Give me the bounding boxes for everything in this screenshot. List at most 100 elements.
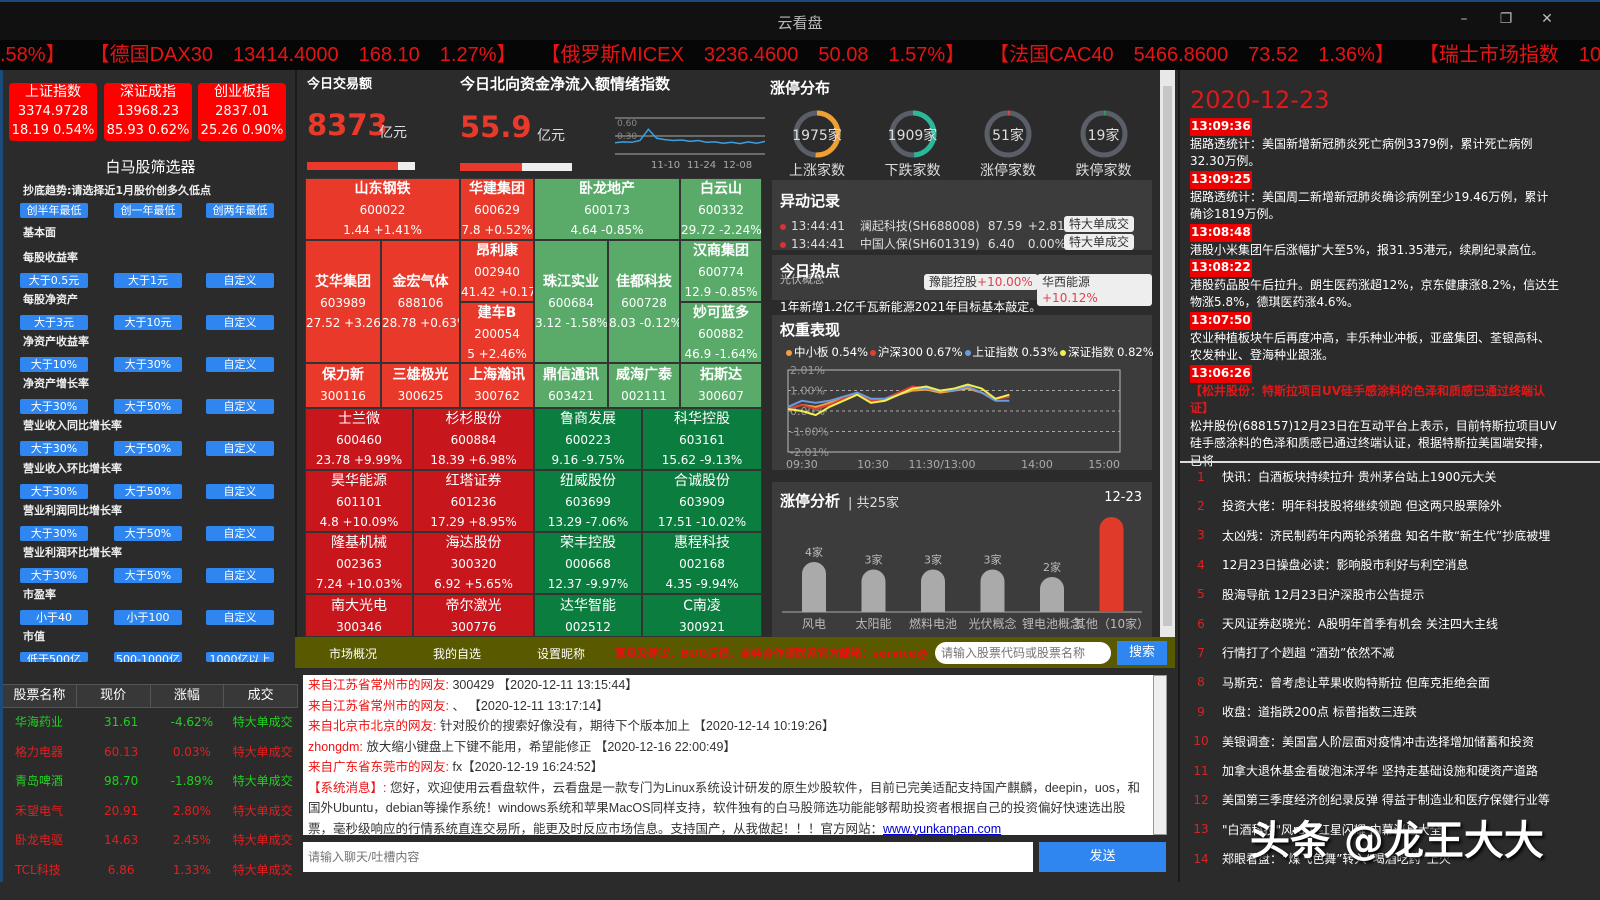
stock-tile[interactable]: 珠江实业6006843.12 -1.58% <box>534 240 608 363</box>
screener-button[interactable]: 大于50% <box>114 526 182 541</box>
stock-tile[interactable]: 合诚股份60390917.51 -10.02% <box>642 470 762 532</box>
stock-tile[interactable]: 威海广泰002111 <box>608 363 680 408</box>
col-deal[interactable]: 成交 <box>224 685 298 707</box>
table-row[interactable]: 华海药业31.61-4.62%特大单成交 <box>3 708 298 738</box>
screener-button[interactable]: 大于1元 <box>114 273 182 288</box>
screener-button[interactable]: 大于0.5元 <box>20 273 88 288</box>
news-list-item[interactable]: 10美银调查：美国富人阶层面对疫情冲击选择增加储蓄和投资 <box>1180 727 1600 756</box>
stock-tile[interactable]: 保力新300116 <box>305 363 381 408</box>
index-card[interactable]: 创业板指2837.0125.26 0.90% <box>198 83 286 141</box>
screener-button[interactable]: 自定义 <box>206 441 274 456</box>
screener-button[interactable]: 大于30% <box>20 568 88 583</box>
stock-tile[interactable]: 南大光电300346 <box>305 594 413 637</box>
anomaly-tag[interactable]: 特大单成交 <box>1064 216 1134 232</box>
stock-tile[interactable]: 建车B2000545 +2.46% <box>460 302 534 363</box>
close-button[interactable]: ✕ <box>1535 11 1559 27</box>
center-scrollbar[interactable] <box>1160 70 1175 637</box>
index-card[interactable]: 深证成指13968.2385.93 0.62% <box>104 83 192 141</box>
stock-tile[interactable]: 帝尔激光300776 <box>413 594 534 637</box>
news-list-item[interactable]: 6天风证券赵晓光：A股明年首季有机会 关注四大主线 <box>1180 609 1600 638</box>
news-list-item[interactable]: 9收盘：道指跌200点 标普指数三连跌 <box>1180 697 1600 726</box>
stock-tile[interactable]: 拓斯达300607 <box>680 363 762 408</box>
nav-set-nickname[interactable]: 设置昵称 <box>537 645 585 662</box>
news-list-item[interactable]: 2投资大佬：明年科技股将继续领跑 但这两只股票除外 <box>1180 491 1600 520</box>
stock-tile[interactable]: 海达股份3003206.92 +5.65% <box>413 532 534 594</box>
chat-input[interactable] <box>303 842 1033 872</box>
stock-tile[interactable]: 昂利康00294041.42 +0.17% <box>460 240 534 302</box>
screener-button[interactable]: 大于30% <box>20 441 88 456</box>
chat-scrollbar[interactable] <box>1153 675 1167 835</box>
stock-tile[interactable]: 科华控股60316115.62 -9.13% <box>642 408 762 470</box>
table-row[interactable]: 格力电器60.130.03%特大单成交 <box>3 738 298 768</box>
nav-my-watchlist[interactable]: 我的自选 <box>433 645 481 662</box>
send-button[interactable]: 发送 <box>1039 842 1166 872</box>
screener-button[interactable]: 低于500亿 <box>20 652 88 662</box>
screener-button[interactable]: 大于50% <box>114 568 182 583</box>
stock-tile[interactable]: 鼎信通讯603421 <box>534 363 608 408</box>
stock-tile[interactable]: 三雄极光300625 <box>381 363 460 408</box>
col-price[interactable]: 现价 <box>77 685 151 707</box>
news-list-item[interactable]: 412月23日操盘必读：影响股市利好与利空消息 <box>1180 550 1600 579</box>
news-list-item[interactable]: 8马斯克：曾考虑让苹果收购特斯拉 但库克拒绝会面 <box>1180 668 1600 697</box>
news-list-item[interactable]: 11加拿大退休基金看破泡沫浮华 坚持走基础设施和硬资产道路 <box>1180 756 1600 785</box>
table-row[interactable]: TCL科技6.861.33%特大单成交 <box>3 856 298 886</box>
table-row[interactable]: 卧龙电驱14.632.45%特大单成交 <box>3 826 298 856</box>
stock-tile[interactable]: 佳都科技6007288.03 -0.12% <box>608 240 680 363</box>
flash-item[interactable]: 13:08:48港股小米集团午后涨幅扩大至5%，报31.35港元，续刷纪录高位。 <box>1190 224 1560 259</box>
nav-market-overview[interactable]: 市场概况 <box>329 645 377 662</box>
screener-button[interactable]: 自定义 <box>206 399 274 414</box>
screener-button[interactable]: 自定义 <box>206 526 274 541</box>
screener-button[interactable]: 大于3元 <box>20 315 88 330</box>
stock-search-input[interactable] <box>935 642 1111 664</box>
stock-tile[interactable]: 惠程科技0021684.35 -9.94% <box>642 532 762 594</box>
stock-tile[interactable]: 华建集团6006297.8 +0.52% <box>460 178 534 240</box>
stock-tile[interactable]: 卧龙地产6001734.64 -0.85% <box>534 178 680 240</box>
flash-item[interactable]: 13:06:26【松井股份：特斯拉项目UV硅手感涂料的色泽和质感已通过终端认证】… <box>1190 365 1560 470</box>
minimize-button[interactable]: – <box>1452 11 1476 27</box>
screener-button[interactable]: 大于30% <box>20 399 88 414</box>
screener-button[interactable]: 大于50% <box>114 484 182 499</box>
screener-button[interactable]: 大于10% <box>20 357 88 372</box>
flash-item[interactable]: 13:08:22港股药品股午后拉升。朗生医药涨超12%，京东健康涨8.2%，信达… <box>1190 259 1560 312</box>
stock-tile[interactable]: 达华智能002512 <box>534 594 642 637</box>
screener-button[interactable]: 自定义 <box>206 273 274 288</box>
screener-button[interactable]: 小于100 <box>114 610 182 625</box>
table-row[interactable]: 禾望电气20.912.80%特大单成交 <box>3 797 298 827</box>
flash-item[interactable]: 13:09:36据路透统计：美国新增新冠肺炎死亡病例3379例，累计死亡病例32… <box>1190 118 1560 171</box>
screener-button[interactable]: 小于40 <box>20 610 88 625</box>
stock-tile[interactable]: 杉杉股份60088418.39 +6.98% <box>413 408 534 470</box>
index-card[interactable]: 上证指数3374.972818.19 0.54% <box>9 83 97 141</box>
stock-tile[interactable]: 隆基机械0023637.24 +10.03% <box>305 532 413 594</box>
flash-item[interactable]: 13:07:50农业种植板块午后再度冲高，丰乐种业冲板，亚盛集团、荃银高科、农发… <box>1190 312 1560 365</box>
stock-tile[interactable]: 士兰微60046023.78 +9.99% <box>305 408 413 470</box>
screener-button[interactable]: 自定义 <box>206 315 274 330</box>
screener-button[interactable]: 大于50% <box>114 399 182 414</box>
screener-button[interactable]: 自定义 <box>206 484 274 499</box>
hotspot-tag[interactable]: 豫能控股+10.00% <box>924 274 1038 290</box>
screener-button[interactable]: 大于10元 <box>114 315 182 330</box>
hotspot-tag[interactable]: 华西能源 +10.12% <box>1037 274 1152 306</box>
stock-tile[interactable]: 昊华能源6011014.8 +10.09% <box>305 470 413 532</box>
news-list-item[interactable]: 5股海导航 12月23日沪深股市公告提示 <box>1180 580 1600 609</box>
col-name[interactable]: 股票名称 <box>3 685 77 707</box>
stock-tile[interactable]: 上海瀚讯300762 <box>460 363 534 408</box>
table-row[interactable]: 青岛啤酒98.70-1.89%特大单成交 <box>3 767 298 797</box>
stock-tile[interactable]: 汉商集团60077412.9 -0.85% <box>680 240 762 302</box>
screener-button[interactable]: 大于30% <box>20 484 88 499</box>
flash-item[interactable]: 13:09:25据路透统计：美国周二新增新冠肺炎确诊病例至少19.46万例，累计… <box>1190 171 1560 224</box>
screener-button[interactable]: 大于30% <box>114 357 182 372</box>
screener-button[interactable]: 大于50% <box>114 441 182 456</box>
news-list-item[interactable]: 7行情打了个趔趄 “酒劲”依然不减 <box>1180 638 1600 667</box>
website-link[interactable]: www.yunkanpan.com <box>883 822 1001 836</box>
stock-tile[interactable]: 艾华集团60398927.52 +3.26% <box>305 240 381 363</box>
screener-button[interactable]: 1000亿以上 <box>206 652 274 662</box>
news-list-item[interactable]: 3太凶残：济民制药年内两轮杀猪盘 知名牛散“新生代”抄底被埋 <box>1180 521 1600 550</box>
news-list-item[interactable]: 1快讯：白酒板块持续拉升 贵州茅台站上1900元大关 <box>1180 462 1600 491</box>
screener-button[interactable]: 自定义 <box>206 610 274 625</box>
stock-tile[interactable]: 山东钢铁6000221.44 +1.41% <box>305 178 460 240</box>
col-change[interactable]: 涨幅 <box>151 685 225 707</box>
stock-tile[interactable]: 鲁商发展6002239.16 -9.75% <box>534 408 642 470</box>
stock-tile[interactable]: 纽威股份60369913.29 -7.06% <box>534 470 642 532</box>
stock-tile[interactable]: 荣丰控股00066812.37 -9.97% <box>534 532 642 594</box>
screener-button[interactable]: 创一年最低 <box>114 203 182 218</box>
